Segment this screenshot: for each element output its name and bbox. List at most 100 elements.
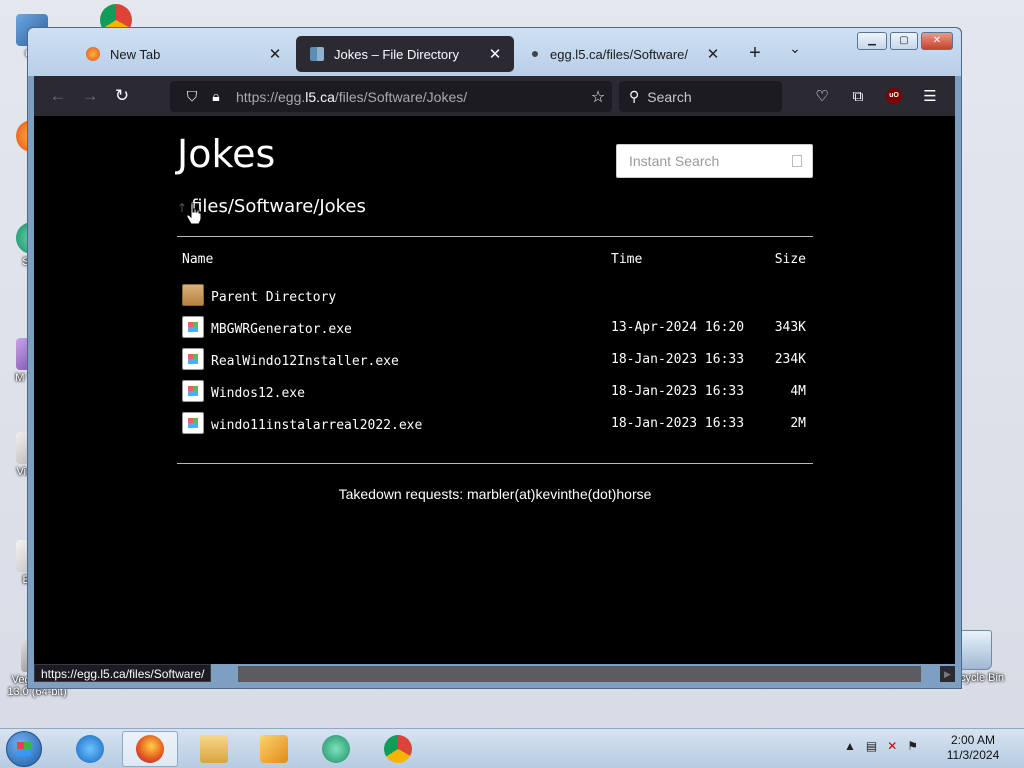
table-row-parent-directory[interactable]: Parent Directory	[177, 280, 813, 312]
instant-search-placeholder: Instant Search	[629, 153, 720, 169]
table-row[interactable]: windo11instalarreal2022.exe 18-Jan-2023 …	[177, 408, 813, 440]
action-center-flag-icon[interactable]: ⚑	[907, 739, 918, 753]
tab-title: Jokes – File Directory	[334, 46, 459, 62]
table-row[interactable]: MBGWRGenerator.exe 13-Apr-2024 16:20 343…	[177, 312, 813, 344]
page-dot-icon	[532, 51, 538, 57]
file-size: 343K	[774, 320, 806, 335]
hand-cursor-icon	[186, 202, 202, 225]
folder-icon	[182, 284, 204, 306]
reload-button[interactable]: ↻	[106, 80, 138, 112]
search-icon: ⚲	[629, 88, 640, 104]
shield-icon[interactable]: ⛉	[180, 88, 204, 105]
clock-time: 2:00 AM	[950, 733, 996, 747]
taskbar-media-player[interactable]	[246, 731, 302, 767]
file-link[interactable]: MBGWRGenerator.exe	[211, 322, 352, 337]
status-bar-link-preview: https://egg.l5.ca/files/Software/	[34, 664, 212, 682]
media-app-icon	[322, 735, 350, 763]
pocket-icon[interactable]: ♡	[806, 80, 838, 112]
menu-hamburger-icon[interactable]: ☰	[914, 80, 946, 112]
file-size: 4M	[790, 384, 806, 399]
qr-code-icon[interactable]	[792, 155, 802, 167]
column-name-header[interactable]: Name	[182, 252, 213, 267]
page-title: Jokes	[177, 132, 276, 176]
clock-date: 11/3/2024	[946, 748, 1000, 762]
file-time: 18-Jan-2023 16:33	[611, 416, 745, 431]
extensions-icon[interactable]: ⧉	[842, 80, 874, 112]
clock[interactable]: 2:00 AM 11/3/2024	[930, 733, 1016, 763]
file-name-cell[interactable]: windo11instalarreal2022.exe	[182, 412, 422, 434]
file-link[interactable]: Parent Directory	[211, 290, 336, 305]
file-name-cell[interactable]: MBGWRGenerator.exe	[182, 316, 352, 338]
taskbar-chrome[interactable]	[370, 731, 426, 767]
list-all-tabs-button[interactable]: ⌄	[784, 40, 806, 57]
divider	[177, 463, 813, 464]
file-name-cell[interactable]: Parent Directory	[182, 284, 336, 306]
file-name-cell[interactable]: RealWindo12Installer.exe	[182, 348, 399, 370]
taskbar: ▲ ▤ ✕ ⚑ 2:00 AM 11/3/2024	[0, 728, 1024, 768]
file-time: 18-Jan-2023 16:33	[611, 352, 745, 367]
bookmark-star-icon[interactable]: ☆	[584, 87, 612, 107]
close-window-button[interactable]: ✕	[921, 32, 953, 50]
executable-icon	[182, 348, 204, 370]
file-link[interactable]: RealWindo12Installer.exe	[211, 354, 399, 369]
close-tab-icon[interactable]: ✕	[266, 45, 284, 63]
lock-icon[interactable]: 🔒︎	[204, 88, 228, 105]
tab-title: egg.l5.ca/files/Software/	[550, 46, 689, 62]
volume-muted-icon[interactable]: ✕	[887, 739, 897, 753]
close-tab-icon[interactable]: ✕	[704, 45, 722, 63]
url-text[interactable]: https://egg.l5.ca/files/Software/Jokes/	[236, 89, 584, 105]
back-button[interactable]: ←	[42, 80, 74, 112]
taskbar-media-app[interactable]	[308, 731, 364, 767]
file-time: 18-Jan-2023 16:33	[611, 384, 745, 399]
page-content: Jokes Instant Search ↑ files/Software/Jok…	[34, 116, 955, 664]
browser-window: New Tab ✕ Jokes – File Directory ✕ egg.l…	[27, 27, 962, 689]
column-time-header[interactable]: Time	[611, 252, 642, 267]
executable-icon	[182, 412, 204, 434]
folder-icon	[200, 735, 228, 763]
ublock-icon[interactable]: uO	[878, 80, 910, 112]
file-time: 13-Apr-2024 16:20	[611, 320, 745, 335]
executable-icon	[182, 316, 204, 338]
search-placeholder: Search	[647, 88, 692, 105]
internet-explorer-icon	[76, 735, 104, 763]
minimize-button[interactable]: ▁	[857, 32, 887, 50]
file-name-cell[interactable]: Windos12.exe	[182, 380, 305, 402]
firefox-icon	[86, 47, 100, 61]
executable-icon	[182, 380, 204, 402]
maximize-button[interactable]: ▢	[890, 32, 918, 50]
book-icon	[310, 47, 324, 61]
new-tab-button[interactable]: +	[744, 42, 766, 65]
horizontal-scrollbar[interactable]	[238, 666, 921, 682]
taskbar-internet-explorer[interactable]	[62, 731, 118, 767]
instant-search-input[interactable]: Instant Search	[616, 144, 813, 178]
tab-new-tab[interactable]: New Tab ✕	[72, 36, 294, 72]
file-link[interactable]: Windos12.exe	[211, 386, 305, 401]
divider	[177, 236, 813, 237]
close-tab-icon[interactable]: ✕	[486, 45, 504, 63]
chrome-icon	[384, 735, 412, 763]
taskbar-firefox[interactable]	[122, 731, 178, 767]
show-hidden-icons-icon[interactable]: ▲	[844, 739, 856, 753]
taskbar-file-explorer[interactable]	[186, 731, 242, 767]
forward-button[interactable]: →	[74, 80, 106, 112]
tab-strip: New Tab ✕ Jokes – File Directory ✕ egg.l…	[28, 28, 961, 76]
search-bar[interactable]: ⚲ Search	[619, 81, 782, 112]
takedown-footer: Takedown requests: marbler(at)kevinthe(d…	[338, 486, 652, 502]
url-bar[interactable]: ⛉ 🔒︎ https://egg.l5.ca/files/Software/Jo…	[170, 81, 612, 112]
column-size-header[interactable]: Size	[775, 252, 806, 267]
tab-title: New Tab	[110, 46, 161, 62]
breadcrumb: ↑ files/Software/Jokes	[177, 196, 366, 217]
table-row[interactable]: Windos12.exe 18-Jan-2023 16:33 4M	[177, 376, 813, 408]
start-button[interactable]	[6, 731, 42, 767]
table-row[interactable]: RealWindo12Installer.exe 18-Jan-2023 16:…	[177, 344, 813, 376]
file-link[interactable]: windo11instalarreal2022.exe	[211, 418, 422, 433]
scroll-right-arrow-icon[interactable]: ▶	[940, 666, 955, 682]
network-icon[interactable]: ▤	[866, 739, 877, 753]
breadcrumb-path: files/Software/Jokes	[191, 196, 366, 217]
file-size: 2M	[790, 416, 806, 431]
file-size: 234K	[774, 352, 806, 367]
tab-software-directory[interactable]: egg.l5.ca/files/Software/ ✕	[518, 36, 732, 72]
tab-jokes-directory[interactable]: Jokes – File Directory ✕	[296, 36, 514, 72]
system-tray: ▲ ▤ ✕ ⚑	[844, 739, 918, 753]
file-table: Name Time Size Parent Directory MBGWRGen…	[177, 250, 813, 440]
